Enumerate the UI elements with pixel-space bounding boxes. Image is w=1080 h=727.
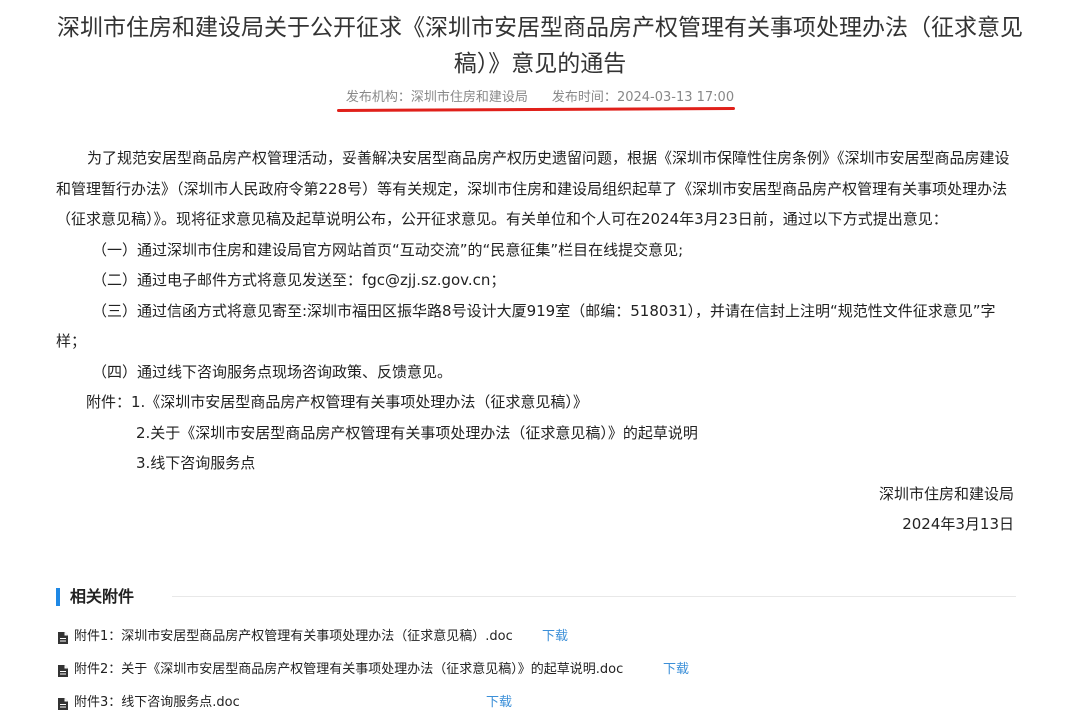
section-title: 相关附件 bbox=[70, 587, 135, 606]
attachment-line: 3.线下咨询服务点 bbox=[136, 454, 256, 472]
attachment-row: 附件3：线下咨询服务点.doc 下载 bbox=[56, 693, 1016, 726]
file-icon bbox=[58, 632, 68, 644]
publish-time-value: 2024-03-13 17:00 bbox=[616, 90, 735, 105]
attachment-link[interactable]: 附件2：关于《深圳市安居型商品房产权管理有关事项处理办法（征求意见稿）》的起草说… bbox=[74, 660, 623, 680]
article-meta: 发布机构：深圳市住房和建设局 发布时间：2024-03-13 17:00 bbox=[0, 89, 1080, 107]
file-icon bbox=[58, 698, 68, 710]
section-divider bbox=[172, 596, 1016, 597]
download-button[interactable]: 下载 bbox=[486, 693, 512, 713]
list-item: （三）通过信函方式将意见寄至:深圳市福田区振华路8号设计大厦919室（邮编：51… bbox=[56, 301, 996, 351]
attachment-link[interactable]: 附件1：深圳市安居型商品房产权管理有关事项处理办法（征求意见稿）.doc bbox=[74, 627, 513, 647]
list-item: （一）通过深圳市住房和建设局官方网站首页“互动交流”的“民意征集”栏目在线提交意… bbox=[92, 240, 684, 259]
signature-date: 2024年3月13日 bbox=[902, 515, 1014, 533]
list-item: （二）通过电子邮件方式将意见发送至：fgc@zjj.sz.gov.cn； bbox=[92, 271, 506, 289]
intro-paragraph: 为了规范安居型商品房产权管理活动，妥善解决安居型商品房产权历史遗留问题，根据《深… bbox=[56, 149, 1010, 228]
attachment-list: 附件1：深圳市安居型商品房产权管理有关事项处理办法（征求意见稿）.doc 下载 … bbox=[56, 627, 1016, 726]
signature: 深圳市住房和建设局 bbox=[878, 484, 1014, 503]
download-button[interactable]: 下载 bbox=[542, 627, 568, 647]
page-title: 深圳市住房和建设局关于公开征求《深圳市安居型商品房产权管理有关事项处理办法（征求… bbox=[57, 15, 1023, 77]
publisher-value: 深圳市住房和建设局 bbox=[410, 90, 528, 105]
file-icon bbox=[58, 665, 68, 677]
section-accent-bar bbox=[56, 588, 60, 606]
attachment-link[interactable]: 附件3：线下咨询服务点.doc bbox=[74, 693, 240, 713]
download-button[interactable]: 下载 bbox=[663, 660, 689, 680]
attachment-row: 附件1：深圳市安居型商品房产权管理有关事项处理办法（征求意见稿）.doc 下载 bbox=[56, 627, 1016, 660]
related-attachments-header: 相关附件 bbox=[56, 586, 1016, 608]
article-body: 为了规范安居型商品房产权管理活动，妥善解决安居型商品房产权历史遗留问题，根据《深… bbox=[56, 143, 1020, 540]
list-item: （四）通过线下咨询服务点现场咨询政策、反馈意见。 bbox=[92, 362, 453, 381]
attachment-row: 附件2：关于《深圳市安居型商品房产权管理有关事项处理办法（征求意见稿）》的起草说… bbox=[56, 660, 1016, 693]
attachments-intro: 附件：1.《深圳市安居型商品房产权管理有关事项处理办法（征求意见稿）》 bbox=[86, 393, 588, 411]
publish-time-label: 发布时间： bbox=[551, 90, 617, 105]
red-underline-annotation bbox=[336, 106, 736, 113]
publisher-label: 发布机构： bbox=[345, 90, 411, 105]
attachment-line: 2.关于《深圳市安居型商品房产权管理有关事项处理办法（征求意见稿）》的起草说明 bbox=[136, 423, 698, 442]
